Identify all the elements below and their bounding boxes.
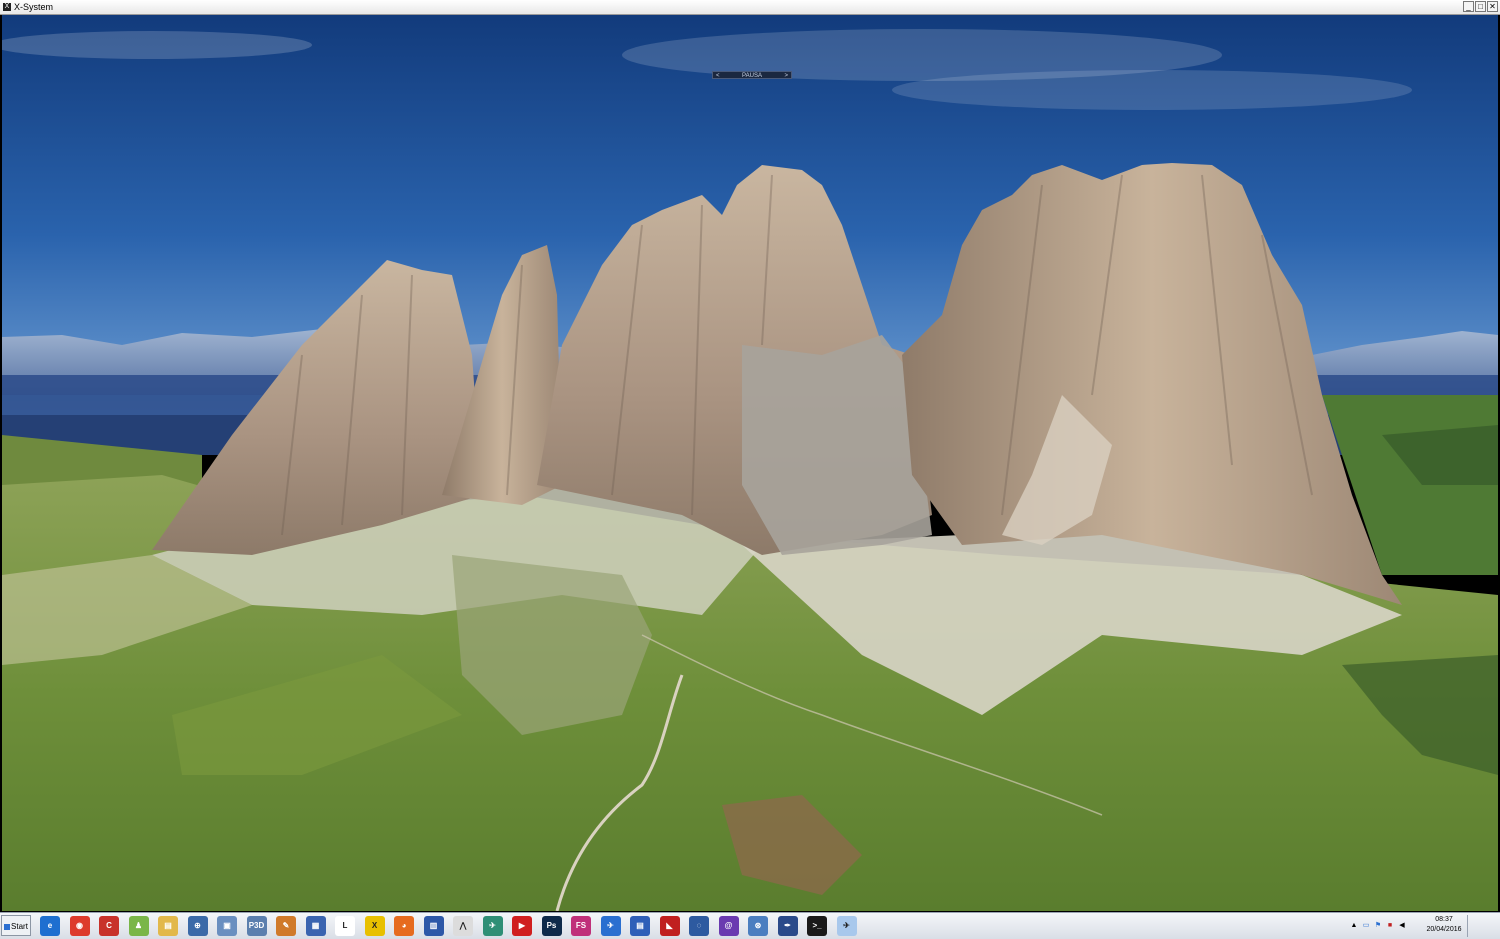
window-tool-icon[interactable]: ▣ — [217, 916, 237, 936]
ccleaner-icon[interactable]: C — [99, 916, 119, 936]
globe-icon[interactable]: ◌ — [689, 916, 709, 936]
folder-window-icon[interactable]: ▤ — [630, 916, 650, 936]
file-explorer-icon[interactable]: ▤ — [158, 916, 178, 936]
network-status-icon[interactable]: ▭ — [1362, 922, 1370, 930]
window-title: X-System — [14, 2, 54, 12]
clock-date: 20/04/2016 — [1426, 926, 1462, 933]
internet-globe-icon[interactable]: ⊛ — [748, 916, 768, 936]
volume-icon[interactable]: ◀ — [1398, 922, 1406, 930]
airplane-tool-icon[interactable]: ✈ — [482, 916, 503, 936]
show-desktop-button[interactable] — [1467, 915, 1500, 937]
internet-explorer-icon[interactable]: e — [40, 916, 60, 936]
minimize-button[interactable]: _ — [1463, 1, 1474, 12]
maximize-button[interactable]: □ — [1475, 1, 1486, 12]
window-title-bar[interactable]: X X-System _ □ ✕ — [0, 0, 1500, 15]
terminal-icon[interactable]: >_ — [807, 916, 827, 936]
clock[interactable]: 08:37 20/04/2016 — [1424, 915, 1464, 935]
photoshop-icon[interactable]: Ps — [541, 916, 562, 936]
antivirus-tray-icon[interactable]: ■ — [1386, 922, 1394, 930]
document-icon[interactable]: L — [335, 916, 355, 936]
spiral-icon[interactable]: @ — [718, 916, 739, 936]
tools-icon[interactable]: ✎ — [276, 916, 296, 936]
settings-window-icon[interactable]: ▥ — [423, 916, 444, 936]
pause-next-arrow[interactable]: > — [784, 72, 788, 79]
xplane-icon[interactable]: X — [364, 916, 385, 936]
fs-icon[interactable]: FS — [571, 916, 591, 936]
xsystem-window-icon[interactable]: ✈ — [836, 916, 857, 936]
pause-prev-arrow[interactable]: < — [716, 72, 720, 79]
vpn-icon[interactable]: ◣ — [659, 916, 680, 936]
editor-icon[interactable]: ✒ — [777, 916, 798, 936]
start-button[interactable]: Start — [1, 915, 31, 936]
p3d-icon[interactable]: P3D — [246, 916, 267, 936]
mountain-scene — [2, 15, 1498, 911]
network-globe-icon[interactable]: ⊕ — [187, 916, 208, 936]
flight-planner-icon[interactable]: ✈ — [600, 916, 621, 936]
firefox-icon[interactable]: ◕ — [394, 916, 414, 936]
network-tool-icon[interactable]: ⋀ — [453, 916, 473, 936]
simulator-viewport[interactable]: < PAUSA > — [2, 15, 1498, 911]
mp3-icon[interactable]: ▶ — [512, 916, 532, 936]
taskbar: Start e ◉ C ♟ ▤ ⊕ ▣ P3D ✎ ▦ L X ◕ ▥ ⋀ ✈ ▶ Ps FS ✈ ▤ ◣ ◌ @ ⊛ ✒ >_ ✈ … — [0, 912, 1500, 939]
remote-desktop-icon[interactable]: ▦ — [305, 916, 326, 936]
flag-tray-icon[interactable]: ⚑ — [1374, 922, 1382, 930]
android-icon[interactable]: ♟ — [128, 916, 149, 936]
close-button[interactable]: ✕ — [1487, 1, 1498, 12]
windows-flag-icon — [4, 923, 11, 930]
clock-time: 08:37 — [1435, 916, 1453, 923]
app-icon: X — [3, 3, 11, 11]
chrome-icon[interactable]: ◉ — [69, 916, 90, 936]
pause-indicator: < PAUSA > — [712, 71, 792, 79]
pause-label: PAUSA — [742, 73, 762, 79]
start-label: Start — [11, 922, 28, 931]
show-hidden-icons-icon[interactable]: ▲ — [1350, 922, 1358, 930]
